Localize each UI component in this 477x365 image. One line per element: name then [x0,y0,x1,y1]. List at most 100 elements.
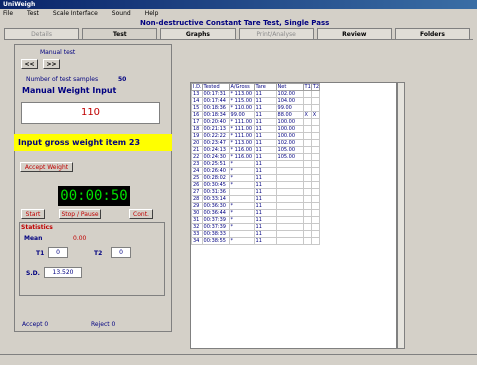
tab-graphs[interactable]: Graphs [160,28,236,39]
table-row[interactable]: 26 00:30:45 * 11 [191,181,321,189]
table-cell [275,181,304,189]
table-row[interactable]: 20 00:23:47 * 113.00 11 102.00 [191,139,321,147]
table-scrollbar[interactable] [397,82,405,349]
table-row[interactable]: 27 00:31:36 11 [191,188,321,196]
stop-pause-button[interactable]: Stop / Pause [59,209,101,219]
accept-weight-button[interactable]: Accept Weight [20,162,73,172]
table-cell: 11 [253,195,277,203]
table-header-row: I.D. Tested A/Gross Tare Net T1 T2 [191,83,321,91]
table-row[interactable]: 31 00:37:39 * 11 [191,216,321,224]
table-cell [310,160,321,168]
table-row[interactable]: 16 00:18:34 99.00 11 88.00 X X [191,111,321,119]
table-row[interactable]: 14 00:17:44 * 115.00 11 104.00 [191,97,321,105]
table-cell: 11 [253,202,277,210]
table-row[interactable]: 34 00:38:55 * 11 [191,237,321,245]
table-cell: * [228,223,255,231]
table-cell [302,153,312,161]
table-row[interactable]: 23 00:25:51 * 11 [191,160,321,168]
table-cell: 00:25:51 [201,160,230,168]
table-cell [310,167,321,175]
table-row[interactable]: 29 00:36:30 * 11 [191,202,321,210]
table-cell [228,195,255,203]
table-cell: 00:18:34 [201,111,230,119]
table-cell: 15 [191,104,203,112]
tab-test[interactable]: Test [82,28,158,39]
table-row[interactable]: 28 00:33:14 11 [191,195,321,203]
table-cell [302,167,312,175]
tab-bar: Details Test Graphs Print/Analyse Review… [4,28,473,40]
table-row[interactable]: 22 00:24:30 * 116.00 11 105.00 [191,153,321,161]
menu-help[interactable]: Help [145,9,159,18]
column-header: Net [275,83,304,91]
menu-test[interactable]: Test [27,9,39,18]
next-button[interactable]: >> [43,59,60,69]
table-cell [310,153,321,161]
table-cell [310,90,321,98]
table-cell: 105.00 [275,146,304,154]
table-cell [302,139,312,147]
menu-scale-interface[interactable]: Scale Interface [53,9,98,18]
table-cell [310,104,321,112]
table-cell [302,132,312,140]
table-row[interactable]: 25 00:28:02 * 11 [191,174,321,182]
table-cell: 20 [191,139,203,147]
table-cell: 11 [253,237,277,245]
table-cell: 11 [253,223,277,231]
tab-folders[interactable]: Folders [394,28,471,39]
table-cell: 11 [253,132,277,140]
table-row[interactable]: 30 00:36:44 * 11 [191,209,321,217]
window-title-bar: UniWeigh [0,0,477,9]
table-cell: 99.00 [275,104,304,112]
table-cell: * 111.00 [228,125,255,133]
tab-review[interactable]: Review [316,28,392,39]
table-cell: 100.00 [275,132,304,140]
table-cell: 99.00 [228,111,255,119]
table-cell: 11 [253,230,277,238]
table-cell: 13 [191,90,203,98]
table-row[interactable]: 19 00:22:22 * 111.00 11 100.00 [191,132,321,140]
table-cell: 00:21:13 [201,125,230,133]
table-cell [302,223,312,231]
table-cell: 00:38:33 [201,230,230,238]
table-cell [275,195,304,203]
table-row[interactable]: 17 00:20:40 * 111.00 11 100.00 [191,118,321,126]
table-cell [302,202,312,210]
table-row[interactable]: 21 00:24:13 * 116.00 11 105.00 [191,146,321,154]
table-cell: * 116.00 [228,153,255,161]
start-button[interactable]: Start [21,209,45,219]
table-cell [302,216,312,224]
table-cell: 14 [191,97,203,105]
menu-file[interactable]: File [3,9,13,18]
table-row[interactable]: 32 00:37:39 * 11 [191,223,321,231]
table-cell [275,167,304,175]
table-cell: 11 [253,111,277,119]
statistics-title: Statistics [21,224,53,231]
table-row[interactable]: 33 00:38:33 11 [191,230,321,238]
table-cell: 11 [253,90,277,98]
weight-input[interactable]: 110 [21,102,160,124]
tab-print-analyse[interactable]: Print/Analyse [238,28,314,39]
table-cell [302,237,312,245]
table-cell: 11 [253,97,277,105]
page-title: Non-destructive Constant Tare Test, Sing… [140,19,330,27]
table-cell: 11 [253,104,277,112]
manual-weight-input-label: Manual Weight Input [22,86,117,95]
continue-button[interactable]: Cont. [129,209,153,219]
table-cell: * [228,209,255,217]
table-row[interactable]: 13 00:17:31 * 113.00 11 102.00 [191,90,321,98]
table-cell: 30 [191,209,203,217]
table-cell: 00:37:39 [201,216,230,224]
table-row[interactable]: 15 00:18:36 * 110.00 11 99.00 [191,104,321,112]
tab-details[interactable]: Details [4,28,80,39]
table-cell [302,97,312,105]
table-cell: 27 [191,188,203,196]
table-cell: 11 [253,181,277,189]
column-header: Tare [253,83,277,91]
table-cell: 11 [253,118,277,126]
menu-sound[interactable]: Sound [112,9,131,18]
table-cell [310,132,321,140]
table-cell: * 115.00 [228,97,255,105]
previous-button[interactable]: << [21,59,38,69]
table-row[interactable]: 18 00:21:13 * 111.00 11 100.00 [191,125,321,133]
table-row[interactable]: 24 00:26:40 * 11 [191,167,321,175]
